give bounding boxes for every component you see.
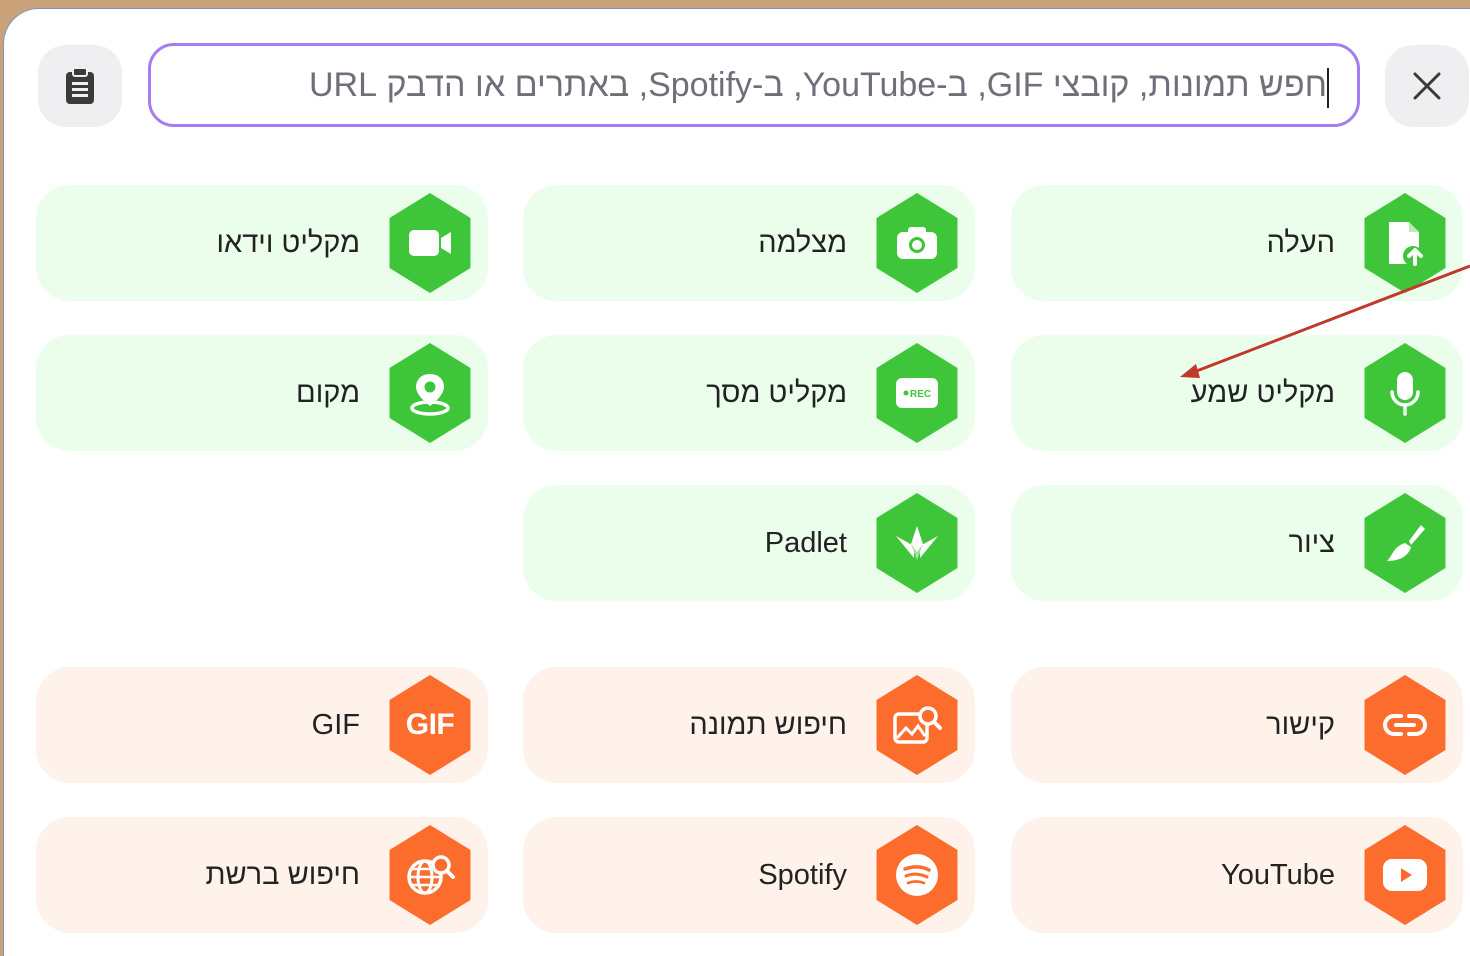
tile-upload[interactable]: העלה [1011, 185, 1463, 301]
tile-padlet[interactable]: Padlet [523, 485, 975, 601]
search-box[interactable] [148, 43, 1360, 127]
close-icon [1413, 72, 1441, 100]
spotify-icon [873, 825, 961, 925]
padlet-crane-icon [873, 493, 961, 593]
tile-label: מקום [296, 376, 360, 409]
tile-spotify[interactable]: Spotify [523, 817, 975, 933]
gif-icon: GIF [386, 675, 474, 775]
upload-file-icon [1361, 193, 1449, 293]
tile-image-search[interactable]: חיפוש תמונה [523, 667, 975, 783]
tile-label: מקליט שמע [1190, 376, 1335, 409]
tile-drawing[interactable]: ציור [1011, 485, 1463, 601]
tile-label: מקליט וידאו [216, 226, 360, 259]
tile-label: Padlet [764, 526, 847, 559]
tile-label: העלה [1266, 226, 1335, 259]
tile-link[interactable]: קישור [1011, 667, 1463, 783]
gif-icon-text: GIF [405, 708, 455, 741]
link-icon [1361, 675, 1449, 775]
tile-gif[interactable]: GIF GIF [36, 667, 488, 783]
tile-location[interactable]: מקום [36, 335, 488, 451]
tile-screen-recorder[interactable]: מקליט מסך REC [523, 335, 975, 451]
location-pin-icon [386, 343, 474, 443]
paste-clipboard-button[interactable] [38, 45, 122, 127]
microphone-icon [1361, 343, 1449, 443]
web-search-icon [386, 825, 474, 925]
close-button[interactable] [1385, 45, 1469, 127]
tile-web-search[interactable]: חיפוש ברשת [36, 817, 488, 933]
tile-label: YouTube [1221, 858, 1335, 891]
tile-label: חיפוש ברשת [205, 858, 360, 891]
search-input[interactable] [151, 46, 1327, 124]
tile-label: מקליט מסך [706, 376, 847, 409]
tile-label: GIF [311, 708, 360, 741]
tile-video-recorder[interactable]: מקליט וידאו [36, 185, 488, 301]
youtube-play-icon [1361, 825, 1449, 925]
tile-label: קישור [1266, 708, 1335, 741]
svg-text:REC: REC [910, 389, 931, 400]
tile-label: ציור [1288, 526, 1335, 559]
tile-label: מצלמה [758, 226, 847, 259]
tile-audio-recorder[interactable]: מקליט שמע [1011, 335, 1463, 451]
tile-label: חיפוש תמונה [689, 708, 847, 741]
image-search-icon [873, 675, 961, 775]
tile-camera[interactable]: מצלמה [523, 185, 975, 301]
clipboard-icon [66, 67, 94, 104]
tile-youtube[interactable]: YouTube [1011, 817, 1463, 933]
tile-label: Spotify [758, 858, 847, 891]
camera-icon [873, 193, 961, 293]
screen-rec-icon: REC [873, 343, 961, 443]
video-camera-icon [386, 193, 474, 293]
text-caret [1327, 68, 1329, 108]
paintbrush-icon [1361, 493, 1449, 593]
attachment-panel: העלה מצלמה מקליט וידאו [3, 8, 1470, 956]
